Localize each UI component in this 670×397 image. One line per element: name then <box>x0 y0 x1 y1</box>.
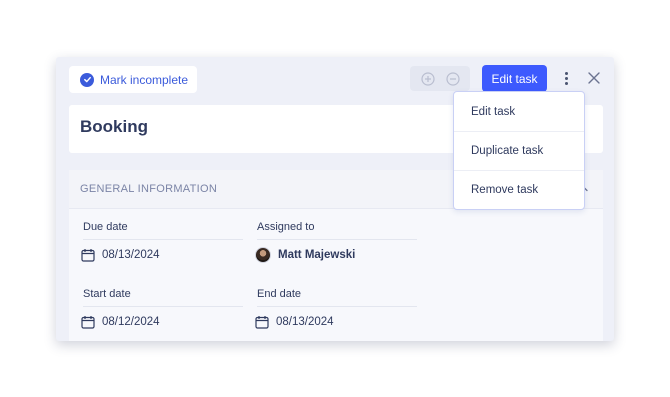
menu-item-remove-task[interactable]: Remove task <box>454 170 584 209</box>
zoom-out-icon[interactable] <box>445 71 460 86</box>
divider <box>257 306 417 307</box>
edit-task-button[interactable]: Edit task <box>482 65 547 92</box>
due-date-text: 08/13/2024 <box>102 249 160 261</box>
menu-item-duplicate-task[interactable]: Duplicate task <box>454 131 584 170</box>
due-date-label: Due date <box>83 221 128 233</box>
end-date-value[interactable]: 08/13/2024 <box>255 315 334 329</box>
avatar <box>255 247 271 263</box>
close-icon[interactable] <box>588 72 600 84</box>
task-title: Booking <box>80 117 148 136</box>
due-date-value[interactable]: 08/13/2024 <box>81 248 160 262</box>
calendar-icon <box>81 249 95 262</box>
more-options-icon[interactable] <box>560 69 572 87</box>
start-date-text: 08/12/2024 <box>102 316 160 328</box>
divider <box>83 306 243 307</box>
menu-item-edit-task[interactable]: Edit task <box>454 92 584 131</box>
section-title: GENERAL INFORMATION <box>80 183 218 195</box>
check-circle-icon <box>80 72 94 87</box>
start-date-value[interactable]: 08/12/2024 <box>81 315 160 329</box>
divider <box>83 239 243 240</box>
zoom-controls <box>410 66 470 91</box>
zoom-in-icon[interactable] <box>420 71 435 86</box>
calendar-icon <box>81 316 95 329</box>
end-date-label: End date <box>257 288 302 300</box>
assignee-name: Matt Majewski <box>278 249 356 261</box>
end-date-text: 08/13/2024 <box>276 316 334 328</box>
mark-incomplete-button[interactable]: Mark incomplete <box>69 66 197 93</box>
task-options-menu: Edit task Duplicate task Remove task <box>453 91 585 210</box>
assigned-to-value[interactable]: Matt Majewski <box>255 247 355 263</box>
start-date-label: Start date <box>83 288 131 300</box>
calendar-icon <box>255 316 269 329</box>
assigned-to-label: Assigned to <box>257 221 315 233</box>
divider <box>257 239 417 240</box>
mark-incomplete-label: Mark incomplete <box>100 72 189 87</box>
